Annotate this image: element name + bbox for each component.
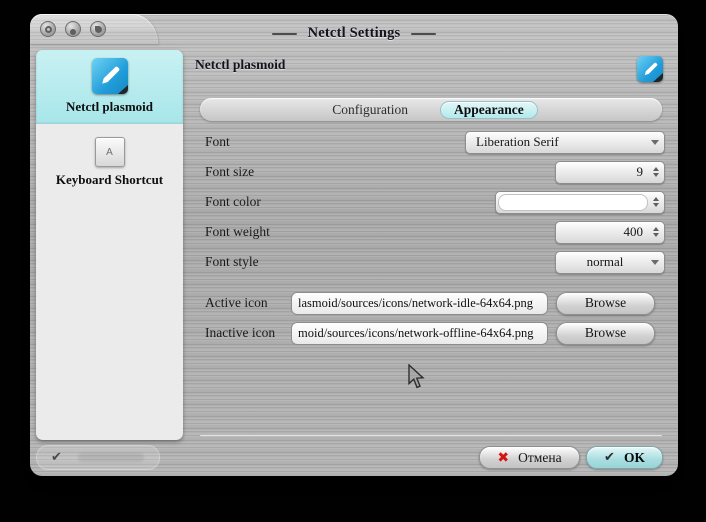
font-style-dropdown[interactable]: normal	[555, 251, 665, 274]
sidebar-item-label: Netctl plasmoid	[66, 99, 153, 115]
chevron-down-icon	[646, 252, 664, 273]
titlebar: Netctl Settings	[30, 25, 678, 42]
tab-appearance[interactable]: Appearance	[440, 101, 538, 119]
font-weight-spinner[interactable]: 400	[555, 221, 665, 244]
font-size-spinner[interactable]: 9	[555, 161, 665, 184]
font-color-label: Font color	[195, 194, 495, 210]
ghost-text-smudge	[78, 453, 144, 462]
font-size-label: Font size	[195, 164, 555, 180]
active-icon-browse-button[interactable]: Browse	[556, 292, 655, 315]
font-dropdown-value: Liberation Serif	[466, 134, 646, 150]
font-color-row: Font color	[195, 190, 665, 214]
spinner-arrows-icon[interactable]	[648, 192, 664, 213]
font-style-value: normal	[556, 254, 646, 270]
tab-bar: Configuration Appearance	[200, 98, 662, 121]
font-dropdown[interactable]: Liberation Serif	[465, 131, 665, 154]
chevron-down-icon	[646, 132, 664, 153]
inactive-icon-label: Inactive icon	[195, 325, 291, 341]
netctl-settings-window: Netctl Settings Netctl plasmoid A Keyboa…	[30, 14, 678, 476]
browse-button-label: Browse	[585, 295, 626, 311]
check-icon: ✔	[51, 451, 62, 464]
red-x-icon: ✖	[497, 451, 509, 465]
pencil-icon	[92, 58, 128, 94]
font-style-label: Font style	[195, 254, 555, 270]
color-swatch	[498, 194, 648, 211]
appearance-form: Font Liberation Serif Font size 9 Font c…	[195, 130, 665, 351]
title-dash-right	[411, 33, 436, 35]
font-color-combobox[interactable]	[495, 191, 665, 214]
keyboard-key-icon: A	[95, 137, 125, 167]
sidebar-item-label: Keyboard Shortcut	[56, 172, 163, 188]
page-title: Netctl plasmoid	[195, 57, 285, 73]
font-size-value: 9	[556, 164, 648, 180]
window-title: Netctl Settings	[308, 25, 401, 42]
inactive-icon-path-input[interactable]	[291, 322, 548, 345]
tab-configuration[interactable]: Configuration	[324, 101, 416, 119]
sidebar: Netctl plasmoid A Keyboard Shortcut	[36, 50, 183, 440]
font-size-row: Font size 9	[195, 160, 665, 184]
key-letter: A	[106, 147, 113, 158]
check-icon: ✔	[604, 451, 615, 464]
ghost-status-button: ✔	[36, 445, 160, 470]
font-weight-value: 400	[556, 224, 648, 240]
footer-separator	[200, 435, 662, 437]
active-icon-label: Active icon	[195, 295, 291, 311]
font-row: Font Liberation Serif	[195, 130, 665, 154]
sidebar-item-keyboard-shortcut[interactable]: A Keyboard Shortcut	[36, 124, 183, 197]
title-dash-left	[272, 33, 297, 35]
font-label: Font	[195, 134, 465, 150]
font-weight-row: Font weight 400	[195, 220, 665, 244]
ok-button-label: OK	[624, 450, 645, 466]
pencil-icon	[637, 56, 663, 82]
sidebar-item-netctl-plasmoid[interactable]: Netctl plasmoid	[36, 50, 183, 124]
cancel-button-label: Отмена	[518, 450, 561, 466]
spinner-arrows-icon[interactable]	[648, 222, 664, 243]
browse-button-label: Browse	[585, 325, 626, 341]
footer-buttons: ✖ Отмена ✔ OK	[479, 446, 663, 469]
ok-button[interactable]: ✔ OK	[586, 446, 663, 469]
font-style-row: Font style normal	[195, 250, 665, 274]
screen: Netctl Settings Netctl plasmoid A Keyboa…	[0, 0, 706, 522]
active-icon-path-input[interactable]	[291, 292, 548, 315]
inactive-icon-browse-button[interactable]: Browse	[556, 322, 655, 345]
active-icon-row: Active icon Browse	[195, 291, 665, 315]
inactive-icon-row: Inactive icon Browse	[195, 321, 665, 345]
font-weight-label: Font weight	[195, 224, 555, 240]
spinner-arrows-icon[interactable]	[648, 162, 664, 183]
cancel-button[interactable]: ✖ Отмена	[479, 446, 580, 469]
